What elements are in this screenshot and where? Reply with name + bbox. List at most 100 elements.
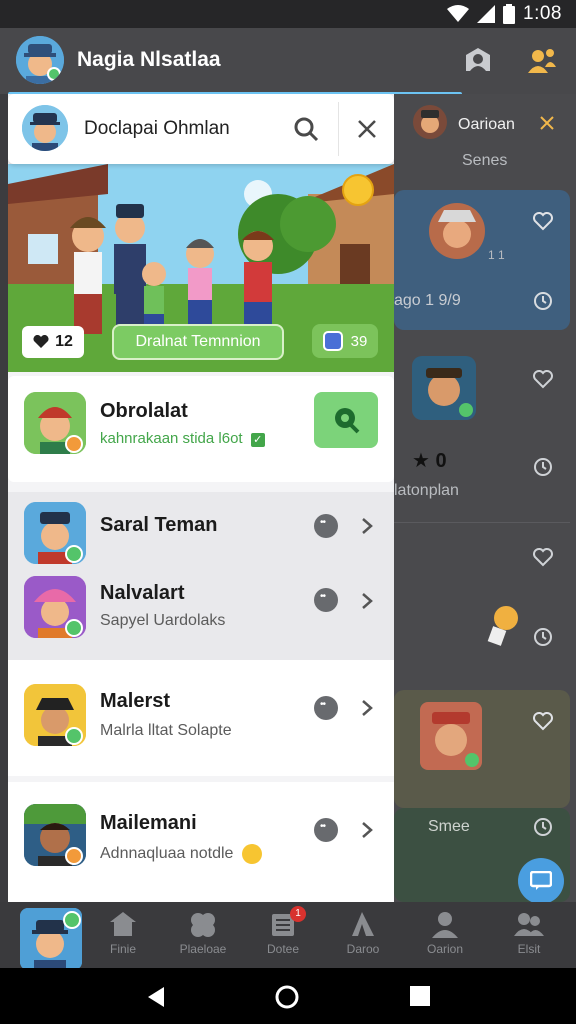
message-icon	[530, 871, 552, 890]
list-item[interactable]: Malerst Malrla lltat Solapte	[8, 660, 394, 776]
nav-item-documents[interactable]: 1 Dotee	[248, 906, 318, 956]
clock-icon	[534, 628, 552, 646]
status-bar: 1:08	[0, 0, 576, 28]
search-bar[interactable]: Doclapai Ohmlan	[8, 94, 394, 164]
smile-emoji-icon	[342, 174, 374, 206]
profile-tab-avatar[interactable]	[20, 908, 82, 970]
background-feed: Oarioan Senes 1 1 ago 1 9/9 ★ 0 latonpla…	[394, 94, 576, 902]
contact-avatar	[24, 502, 86, 564]
drawer-panel: Doclapai Ohmlan 12 Dralnat Temnnion 39 O…	[8, 94, 394, 902]
background-avatar	[413, 105, 447, 139]
contact-list-group: Saral Teman Nalvalart Sapyel Uardolaks	[8, 492, 394, 660]
card-avatar	[429, 203, 485, 259]
heart-icon[interactable]	[532, 210, 554, 232]
card-avatar	[420, 702, 482, 770]
smile-emoji-icon	[241, 844, 262, 864]
card-caption: ago 1 9/9	[394, 292, 461, 309]
card-label: Smee	[428, 818, 470, 835]
chevron-right-icon[interactable]	[360, 517, 374, 535]
clock-icon	[534, 818, 552, 836]
divider	[338, 102, 339, 156]
search-avatar	[22, 105, 68, 151]
recents-icon[interactable]	[410, 986, 430, 1006]
contact-status: kahnrakaan stida l6ot ✓	[100, 430, 265, 447]
list-item[interactable]: Mailemani Adnnaqluaa notdle	[8, 782, 394, 902]
nav-item-puzzle[interactable]: Plaeloae	[168, 910, 238, 956]
person-icon	[432, 912, 458, 938]
chevron-right-icon[interactable]	[360, 592, 374, 610]
close-icon[interactable]	[356, 118, 378, 140]
chevron-right-icon[interactable]	[360, 821, 374, 839]
contact-name: Mailemani	[100, 812, 197, 834]
contact-subtitle: Sapyel Uardolaks	[100, 612, 226, 629]
contact-subtitle: Malrla lltat Solapte	[100, 722, 232, 739]
heart-icon[interactable]	[532, 368, 554, 390]
clock-icon	[534, 458, 552, 476]
contact-subtitle: Adnnaqluaa notdle	[100, 844, 262, 864]
card-avatar	[412, 356, 476, 420]
back-icon[interactable]	[146, 986, 166, 1008]
bottom-navigation: Finie Plaeloae 1 Dotee Daroo Oarion Elsi…	[0, 902, 576, 970]
close-icon[interactable]	[540, 116, 554, 130]
more-options-icon[interactable]	[314, 514, 338, 538]
profile-avatar[interactable]	[16, 36, 64, 84]
chevron-right-icon[interactable]	[360, 699, 374, 717]
heart-icon[interactable]	[532, 546, 554, 568]
like-counter[interactable]: 12	[22, 326, 84, 358]
more-options-icon[interactable]	[314, 696, 338, 720]
system-navigation-bar	[0, 968, 576, 1024]
more-options-icon[interactable]	[314, 818, 338, 842]
contact-name: Obrolalat	[100, 400, 188, 422]
app-title: Nagia Nlsatlaa	[77, 48, 221, 71]
people-icon	[514, 913, 544, 936]
contact-list-group: Mailemani Adnnaqluaa notdle	[8, 782, 394, 902]
add-friend-icon[interactable]	[526, 45, 558, 77]
banner-cta-button[interactable]: Dralnat Temnnion	[112, 324, 284, 360]
battery-icon	[503, 4, 516, 24]
divider	[394, 522, 570, 523]
home-icon	[110, 912, 136, 936]
card-stars: ★ 0	[412, 450, 447, 472]
featured-contact[interactable]: Obrolalat kahnrakaan stida l6ot ✓	[8, 376, 394, 482]
notification-badge: 1	[290, 906, 306, 922]
search-icon[interactable]	[292, 115, 320, 143]
background-header-name: Oarioan	[458, 116, 515, 133]
message-fab[interactable]	[518, 858, 564, 904]
member-count: 39	[350, 332, 368, 350]
clock-icon	[534, 292, 552, 310]
contact-name: Nalvalart	[100, 582, 185, 604]
contact-name: Saral Teman	[100, 514, 218, 536]
chat-icon	[322, 331, 343, 351]
nav-item-home[interactable]: Finie	[88, 910, 158, 956]
app-bar: Nagia Nlsatlaa	[0, 28, 576, 96]
clock: 1:08	[523, 3, 562, 24]
search-chat-icon	[335, 408, 360, 434]
contact-list-group: Malerst Malrla lltat Solapte	[8, 660, 394, 776]
contact-avatar	[24, 684, 86, 746]
background-header-sub: Senes	[462, 152, 508, 169]
card-caption: latonplan	[394, 482, 459, 499]
verified-check-icon: ✓	[250, 433, 265, 447]
promo-banner[interactable]: 12 Dralnat Temnnion 39	[8, 164, 394, 372]
signal-icon	[477, 5, 496, 23]
chat-button[interactable]	[314, 392, 378, 448]
tent-icon	[352, 912, 374, 936]
member-count-badge[interactable]: 39	[312, 324, 378, 358]
home-button-icon[interactable]	[274, 984, 300, 1010]
wifi-icon	[447, 5, 470, 22]
search-input[interactable]: Doclapai Ohmlan	[84, 118, 230, 140]
puzzle-icon	[191, 913, 215, 937]
contact-avatar	[24, 392, 86, 454]
contact-icon[interactable]	[462, 45, 494, 77]
more-options-icon[interactable]	[314, 588, 338, 612]
nav-item-person[interactable]: Oarion	[410, 910, 480, 956]
contact-avatar	[24, 804, 86, 866]
sticker-icon	[487, 606, 518, 646]
nav-item-tent[interactable]: Daroo	[328, 910, 398, 956]
nav-item-people[interactable]: Elsit	[494, 910, 564, 956]
list-item[interactable]: Nalvalart Sapyel Uardolaks	[8, 576, 394, 660]
heart-icon	[33, 335, 49, 348]
contact-name: Malerst	[100, 690, 171, 712]
list-item[interactable]: Saral Teman	[8, 492, 394, 576]
heart-icon[interactable]	[532, 710, 554, 732]
